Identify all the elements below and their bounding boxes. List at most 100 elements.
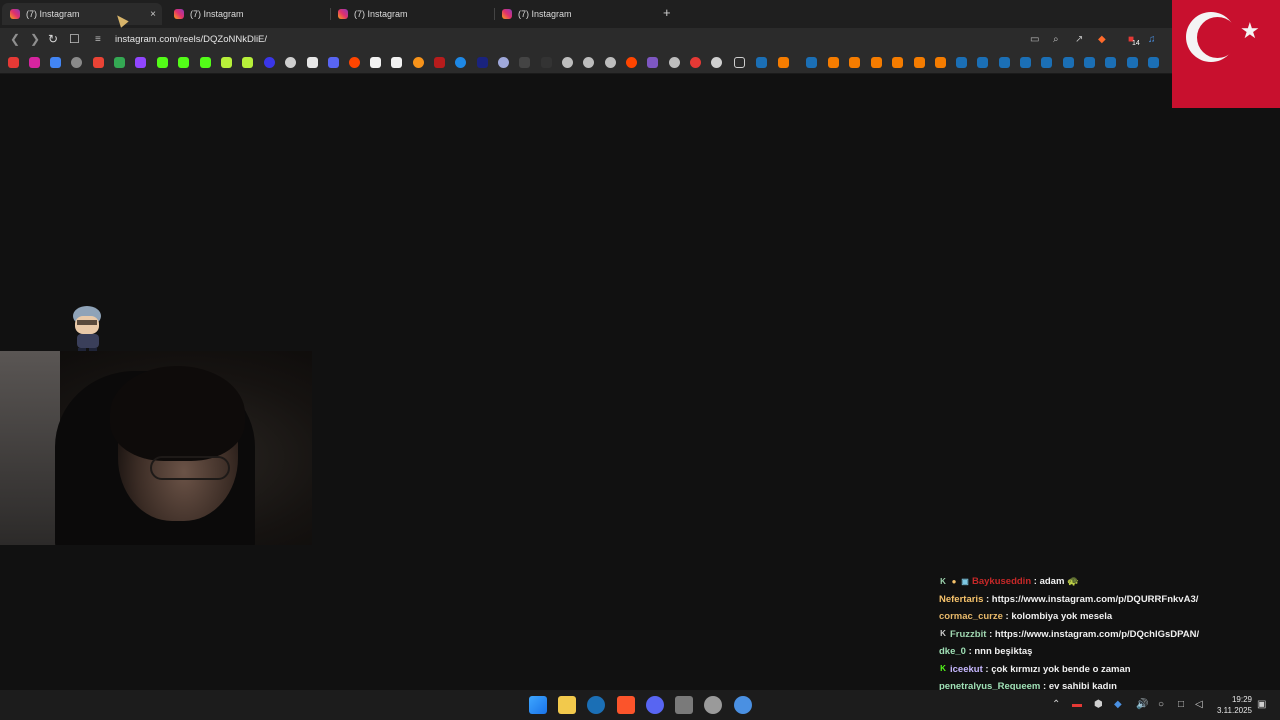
new-tab-button[interactable]: + bbox=[663, 5, 671, 20]
zoom-icon[interactable]: ⌕ bbox=[1053, 34, 1059, 45]
tab-close-icon[interactable]: × bbox=[150, 9, 156, 20]
steam-icon[interactable] bbox=[1041, 57, 1052, 68]
kick-icon[interactable] bbox=[157, 57, 168, 68]
p-icon[interactable] bbox=[370, 57, 381, 68]
steam-icon[interactable] bbox=[956, 57, 967, 68]
amazon-icon[interactable] bbox=[391, 57, 402, 68]
file-explorer-icon[interactable] bbox=[558, 696, 576, 714]
tab-3[interactable]: (7) Instagram bbox=[330, 3, 490, 25]
chat-username: Baykuseddin bbox=[972, 576, 1032, 588]
windows-start-icon[interactable] bbox=[529, 696, 547, 714]
globe-icon[interactable] bbox=[583, 57, 594, 68]
brave-browser-icon[interactable] bbox=[617, 696, 635, 714]
microphone-icon[interactable]: ○ bbox=[1158, 699, 1164, 710]
site-settings-icon[interactable]: ≡ bbox=[95, 34, 101, 45]
steam-tray-icon[interactable]: ◆ bbox=[1114, 699, 1122, 710]
steam-icon[interactable] bbox=[1084, 57, 1095, 68]
app-icon[interactable] bbox=[647, 57, 658, 68]
app-icon[interactable] bbox=[264, 57, 275, 68]
tab-1[interactable]: (7) Instagram × bbox=[2, 3, 162, 25]
volume-icon[interactable]: ◁ bbox=[1195, 699, 1203, 710]
app-icon[interactable] bbox=[675, 696, 693, 714]
app-icon[interactable] bbox=[892, 57, 903, 68]
steam-icon[interactable] bbox=[1063, 57, 1074, 68]
app-icon[interactable] bbox=[935, 57, 946, 68]
obs-icon[interactable] bbox=[704, 696, 722, 714]
app-icon[interactable] bbox=[734, 696, 752, 714]
share-icon[interactable]: ↗ bbox=[1075, 34, 1083, 45]
tab-3-label: (7) Instagram bbox=[354, 9, 408, 19]
brave-shield-icon[interactable]: ◆ bbox=[1098, 34, 1106, 45]
app-icon[interactable] bbox=[477, 57, 488, 68]
app-icon[interactable] bbox=[328, 57, 339, 68]
chat-message: dke_0 : nnn beşiktaş bbox=[939, 643, 1239, 661]
instagram-icon[interactable] bbox=[29, 57, 40, 68]
forward-icon[interactable]: ❯ bbox=[30, 32, 40, 46]
drive-icon[interactable] bbox=[114, 57, 125, 68]
app-icon[interactable] bbox=[498, 57, 509, 68]
twitch-icon[interactable] bbox=[135, 57, 146, 68]
youtube-icon[interactable] bbox=[8, 57, 19, 68]
app-icon[interactable] bbox=[690, 57, 701, 68]
translate-icon[interactable] bbox=[50, 57, 61, 68]
steam-icon[interactable] bbox=[1105, 57, 1116, 68]
steam-icon[interactable] bbox=[1020, 57, 1031, 68]
openai-icon[interactable] bbox=[711, 57, 722, 68]
chat-badge: K bbox=[940, 629, 946, 639]
webcam-hair bbox=[110, 366, 245, 461]
steam-icon[interactable] bbox=[756, 57, 767, 68]
speaker-icon[interactable]: 🔊 bbox=[1136, 699, 1148, 710]
kick-icon[interactable] bbox=[200, 57, 211, 68]
app-icon[interactable] bbox=[914, 57, 925, 68]
coin-icon[interactable] bbox=[413, 57, 424, 68]
tab-2[interactable]: (7) Instagram bbox=[166, 3, 326, 25]
steam-icon[interactable] bbox=[1127, 57, 1138, 68]
steam-icon[interactable] bbox=[977, 57, 988, 68]
openai-icon[interactable] bbox=[285, 57, 296, 68]
steam-icon[interactable] bbox=[587, 696, 605, 714]
globe-icon[interactable] bbox=[71, 57, 82, 68]
audio-icon[interactable]: ♫ bbox=[1148, 34, 1156, 45]
address-bar-url[interactable]: instagram.com/reels/DQZoNNkDliE/ bbox=[115, 34, 267, 45]
app-icon[interactable] bbox=[778, 57, 789, 68]
chevron-up-icon[interactable]: ⌃ bbox=[1052, 699, 1060, 710]
reload-icon[interactable]: ↻ bbox=[48, 32, 58, 46]
chat-username: dke_0 bbox=[939, 646, 966, 658]
steam-icon[interactable] bbox=[1148, 57, 1159, 68]
app-icon[interactable] bbox=[519, 57, 530, 68]
x-icon[interactable] bbox=[307, 57, 318, 68]
steam-icon[interactable] bbox=[806, 57, 817, 68]
app-icon[interactable] bbox=[871, 57, 882, 68]
cast-icon[interactable]: ▭ bbox=[1030, 34, 1039, 45]
kick-icon[interactable] bbox=[178, 57, 189, 68]
tab-2-label: (7) Instagram bbox=[190, 9, 244, 19]
tab-4[interactable]: (7) Instagram bbox=[494, 3, 654, 25]
app-icon[interactable] bbox=[849, 57, 860, 68]
system-clock[interactable]: 19:29 3.11.2025 bbox=[1216, 694, 1252, 716]
reddit-icon[interactable] bbox=[349, 57, 360, 68]
star-icon[interactable] bbox=[221, 57, 232, 68]
gmail-icon[interactable] bbox=[93, 57, 104, 68]
app-icon[interactable] bbox=[828, 57, 839, 68]
bookmark-icon[interactable]: ☐ bbox=[69, 32, 80, 46]
play-icon[interactable] bbox=[455, 57, 466, 68]
steam-icon[interactable] bbox=[999, 57, 1010, 68]
globe-icon[interactable] bbox=[669, 57, 680, 68]
network-icon[interactable]: □ bbox=[1178, 699, 1184, 710]
browser-toolbar: ❮ ❯ ↻ ☐ ≡ instagram.com/reels/DQZoNNkDli… bbox=[0, 28, 1172, 52]
globe-icon[interactable] bbox=[562, 57, 573, 68]
reddit-icon[interactable] bbox=[626, 57, 637, 68]
folder-icon[interactable] bbox=[734, 57, 745, 68]
star-icon[interactable] bbox=[242, 57, 253, 68]
app-icon[interactable] bbox=[541, 57, 552, 68]
tab-1-label: (7) Instagram bbox=[26, 9, 80, 19]
back-icon[interactable]: ❮ bbox=[10, 32, 20, 46]
notification-icon[interactable]: ▣ bbox=[1257, 699, 1266, 710]
app-icon[interactable] bbox=[434, 57, 445, 68]
tray-app-icon[interactable]: ▬ bbox=[1072, 699, 1082, 710]
globe-icon[interactable] bbox=[605, 57, 616, 68]
tray-app-icon[interactable]: ⬢ bbox=[1094, 699, 1103, 710]
discord-icon[interactable] bbox=[646, 696, 664, 714]
star-icon: ★ bbox=[1240, 18, 1260, 43]
taskbar: ⌃ ▬ ⬢ ◆ 🔊 ○ □ ◁ 19:29 3.11.2025 ▣ bbox=[0, 690, 1280, 720]
